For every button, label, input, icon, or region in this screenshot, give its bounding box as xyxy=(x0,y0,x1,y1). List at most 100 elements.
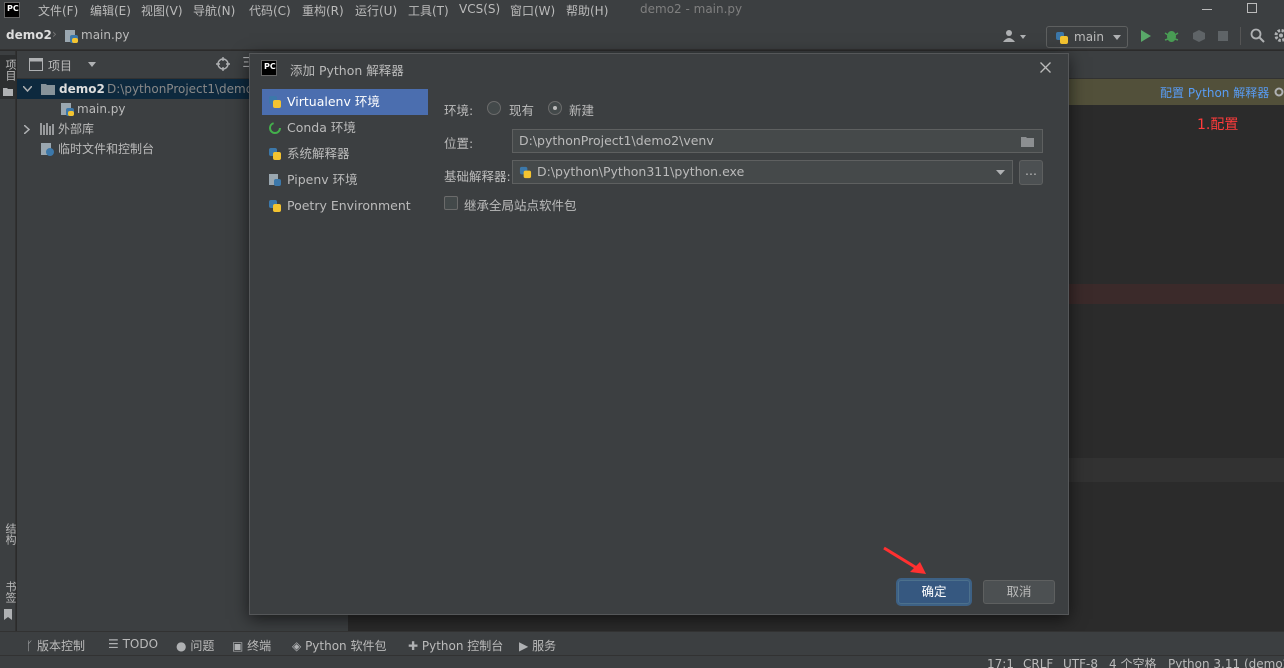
caret-position[interactable]: 17:1 xyxy=(987,656,1014,668)
settings-gear-icon[interactable] xyxy=(1274,28,1284,43)
folder-icon xyxy=(41,84,55,95)
python-icon xyxy=(269,148,281,160)
location-input[interactable]: D:\pythonProject1\demo2\venv xyxy=(512,129,1043,153)
stop-icon[interactable] xyxy=(1218,31,1228,41)
chevron-down-icon xyxy=(1113,35,1121,40)
menu-help[interactable]: 帮助(H) xyxy=(566,2,608,19)
bookmark-icon xyxy=(4,609,12,620)
browse-interpreter-button[interactable]: ... xyxy=(1019,160,1043,185)
tool-terminal-label: 终端 xyxy=(247,639,272,653)
problems-icon: ● xyxy=(176,639,187,653)
menu-code[interactable]: 代码(C) xyxy=(249,2,291,19)
menu-run[interactable]: 运行(U) xyxy=(355,2,397,19)
ok-button[interactable]: 确定 xyxy=(898,580,970,604)
vcs-branch-icon: ᚴ xyxy=(26,639,34,653)
ok-button-label: 确定 xyxy=(921,584,947,599)
python-icon xyxy=(1056,32,1068,44)
menu-vcs[interactable]: VCS(S) xyxy=(459,2,500,16)
tool-vcs-label: 版本控制 xyxy=(37,639,86,653)
tool-services[interactable]: ▶ 服务 xyxy=(519,637,556,654)
scratches-icon xyxy=(41,143,54,156)
settings-gear-icon[interactable] xyxy=(1274,87,1284,97)
tool-problems-label: 问题 xyxy=(190,639,215,653)
locate-target-icon[interactable] xyxy=(216,57,230,71)
tool-python-packages-label: Python 软件包 xyxy=(305,639,387,653)
env-existing-radio[interactable] xyxy=(487,101,501,115)
env-type-poetry[interactable]: Poetry Environment xyxy=(262,193,428,219)
tool-python-console[interactable]: ✚ Python 控制台 xyxy=(408,637,503,654)
menu-refactor[interactable]: 重构(R) xyxy=(302,2,344,19)
interpreter-status[interactable]: Python 3.11 (demo2 xyxy=(1168,656,1284,668)
close-icon[interactable] xyxy=(1040,62,1051,73)
python-console-icon: ✚ xyxy=(408,639,419,653)
env-existing-label[interactable]: 现有 xyxy=(509,100,534,119)
env-new-label[interactable]: 新建 xyxy=(569,100,594,119)
location-label: 位置: xyxy=(444,136,474,151)
bookmarks-tool-tab[interactable]: 书签 xyxy=(2,581,18,603)
tool-vcs[interactable]: ᚴ 版本控制 xyxy=(26,637,85,654)
project-tool-tab[interactable]: 项目 xyxy=(0,55,17,99)
indent-setting[interactable]: 4 个空格 xyxy=(1109,656,1156,668)
env-type-label: Virtualenv 环境 xyxy=(287,94,380,109)
python-icon xyxy=(519,166,532,179)
project-tool-tab-label: 项目 xyxy=(4,59,17,81)
user-icon[interactable] xyxy=(1002,29,1028,43)
tool-python-packages[interactable]: ◈ Python 软件包 xyxy=(292,637,386,654)
chevron-down-icon[interactable] xyxy=(88,62,96,67)
file-encoding[interactable]: UTF-8 xyxy=(1063,656,1098,668)
tree-root-path: D:\pythonProject1\demo xyxy=(107,82,254,96)
menu-navigate[interactable]: 导航(N) xyxy=(193,2,235,19)
search-icon[interactable] xyxy=(1250,28,1265,43)
menu-view[interactable]: 视图(V) xyxy=(141,2,183,19)
env-type-virtualenv[interactable]: Virtualenv 环境 xyxy=(262,89,428,115)
tool-services-label: 服务 xyxy=(532,639,557,653)
services-icon: ▶ xyxy=(519,639,529,653)
menu-window[interactable]: 窗口(W) xyxy=(510,2,555,19)
env-type-conda[interactable]: Conda 环境 xyxy=(262,115,428,141)
expand-arrow-icon[interactable] xyxy=(23,86,32,92)
inherit-packages-label[interactable]: 继承全局站点软件包 xyxy=(464,195,577,214)
dialog-title: 添加 Python 解释器 xyxy=(290,63,404,78)
title-bar: PC 文件(F) 编辑(E) 视图(V) 导航(N) 代码(C) 重构(R) 运… xyxy=(0,0,1284,22)
structure-tool-tab[interactable]: 结构 xyxy=(2,523,18,545)
run-config-selector[interactable]: main xyxy=(1046,26,1128,48)
menu-tools[interactable]: 工具(T) xyxy=(408,2,449,19)
menu-edit[interactable]: 编辑(E) xyxy=(90,2,131,19)
configure-interpreter-link[interactable]: 配置 Python 解释器 xyxy=(1160,84,1269,101)
env-new-radio[interactable] xyxy=(548,101,562,115)
toolbar-divider xyxy=(1240,27,1241,45)
pycharm-logo-icon: PC xyxy=(4,2,20,18)
tool-python-console-label: Python 控制台 xyxy=(421,639,504,653)
chevron-down-icon xyxy=(996,170,1005,175)
debug-icon[interactable] xyxy=(1164,28,1179,43)
maximize-icon[interactable] xyxy=(1247,3,1257,13)
inherit-packages-checkbox[interactable] xyxy=(444,196,458,210)
tree-scratches-label: 临时文件和控制台 xyxy=(58,142,155,156)
env-type-pipenv[interactable]: Pipenv 环境 xyxy=(262,167,428,193)
cancel-button-label: 取消 xyxy=(1006,584,1032,599)
tool-todo[interactable]: ☰ TODO xyxy=(108,637,158,651)
minimize-icon[interactable] xyxy=(1202,9,1212,10)
base-interpreter-select[interactable]: D:\python\Python311\python.exe xyxy=(512,160,1013,184)
line-separator[interactable]: CRLF xyxy=(1023,656,1053,668)
library-icon xyxy=(40,123,54,135)
project-panel-title[interactable]: 项目 xyxy=(48,57,72,74)
cancel-button[interactable]: 取消 xyxy=(983,580,1055,604)
terminal-icon: ▣ xyxy=(232,639,244,653)
env-label: 环境: xyxy=(444,103,474,118)
expand-arrow-icon[interactable] xyxy=(24,125,30,134)
tool-problems[interactable]: ● 问题 xyxy=(176,637,214,654)
browse-folder-icon[interactable] xyxy=(1021,136,1035,147)
annotation-label: 1.配置 xyxy=(1197,117,1239,133)
annotation-arrow-icon xyxy=(883,546,926,574)
menu-file[interactable]: 文件(F) xyxy=(38,2,78,19)
tree-external-libs-label: 外部库 xyxy=(58,122,95,136)
tool-terminal[interactable]: ▣ 终端 xyxy=(232,637,271,654)
run-icon[interactable] xyxy=(1140,29,1152,43)
coverage-icon[interactable] xyxy=(1192,29,1206,43)
breadcrumb-separator-icon: › xyxy=(52,27,57,41)
env-type-system[interactable]: 系统解释器 xyxy=(262,141,428,167)
breadcrumb-file[interactable]: main.py xyxy=(81,28,130,42)
breadcrumb-project[interactable]: demo2 xyxy=(6,28,52,42)
env-type-label: 系统解释器 xyxy=(287,146,350,161)
